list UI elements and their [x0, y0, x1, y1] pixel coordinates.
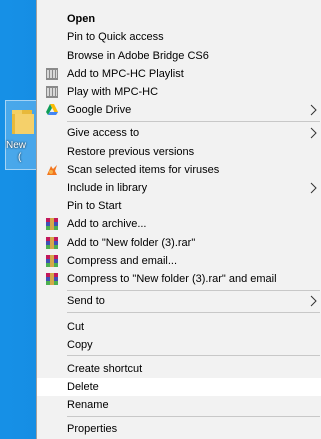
menu-item-open[interactable]: Open: [37, 10, 321, 28]
menu-item-label: Send to: [67, 295, 105, 307]
mpc-hc-icon: [46, 86, 58, 98]
menu-item-add-to-mpc-hc-playlist[interactable]: Add to MPC-HC Playlist: [37, 65, 321, 83]
winrar-icon: [46, 255, 58, 267]
menu-item-label: Compress to "New folder (3).rar" and ema…: [67, 273, 277, 285]
menu-item-browse-in-adobe-bridge[interactable]: Browse in Adobe Bridge CS6: [37, 47, 321, 65]
winrar-icon: [46, 218, 58, 230]
menu-separator: [67, 355, 320, 356]
menu-item-give-access-to[interactable]: Give access to: [37, 124, 321, 142]
google-drive-icon: [46, 104, 58, 115]
menu-item-compress-and-email[interactable]: Compress and email...: [37, 252, 321, 270]
menu-item-cut[interactable]: Cut: [37, 318, 321, 336]
menu-separator: [67, 290, 320, 291]
menu-item-play-with-mpc-hc[interactable]: Play with MPC-HC: [37, 83, 321, 101]
menu-item-label: Pin to Start: [67, 200, 122, 212]
menu-item-label: Open: [67, 13, 96, 25]
menu-item-google-drive[interactable]: Google Drive: [37, 101, 321, 119]
chevron-right-icon: [310, 295, 317, 307]
menu-item-properties[interactable]: Properties: [37, 420, 321, 438]
menu-item-label: Compress and email...: [67, 255, 178, 267]
menu-item-label: Play with MPC-HC: [67, 86, 159, 98]
menu-item-rename[interactable]: Rename: [37, 396, 321, 414]
menu-separator: [67, 121, 320, 122]
chevron-right-icon: [310, 104, 317, 116]
menu-item-label: Rename: [67, 399, 109, 411]
menu-item-label: Include in library: [67, 182, 148, 194]
menu-item-include-in-library[interactable]: Include in library: [37, 179, 321, 197]
chevron-right-icon: [310, 127, 317, 139]
menu-item-label: Delete: [67, 381, 99, 393]
menu-item-label: Google Drive: [67, 104, 132, 116]
menu-item-label: Properties: [67, 423, 118, 435]
menu-item-create-shortcut[interactable]: Create shortcut: [37, 360, 321, 378]
menu-item-pin-to-quick-access[interactable]: Pin to Quick access: [37, 28, 321, 46]
mpc-hc-icon: [46, 68, 58, 80]
menu-item-label: Add to "New folder (3).rar": [67, 237, 196, 249]
menu-item-label: Add to MPC-HC Playlist: [67, 68, 184, 80]
menu-item-restore-previous-versions[interactable]: Restore previous versions: [37, 143, 321, 161]
menu-item-label: Restore previous versions: [67, 146, 195, 158]
menu-item-copy[interactable]: Copy: [37, 336, 321, 354]
context-menu: Open Pin to Quick access Browse in Adobe…: [36, 0, 321, 439]
folder-icon[interactable]: [10, 106, 36, 136]
menu-item-compress-to-rar-and-email[interactable]: Compress to "New folder (3).rar" and ema…: [37, 270, 321, 288]
menu-item-label: Give access to: [67, 127, 140, 139]
menu-item-label: Pin to Quick access: [67, 31, 164, 43]
menu-item-label: Create shortcut: [67, 363, 143, 375]
menu-item-pin-to-start[interactable]: Pin to Start: [37, 197, 321, 215]
menu-item-label: Copy: [67, 339, 93, 351]
menu-item-delete[interactable]: Delete: [37, 378, 321, 396]
menu-item-add-to-archive[interactable]: Add to archive...: [37, 215, 321, 233]
menu-item-label: Scan selected items for viruses: [67, 164, 220, 176]
menu-separator: [67, 312, 320, 313]
winrar-icon: [46, 237, 58, 249]
menu-item-add-to-rar[interactable]: Add to "New folder (3).rar": [37, 234, 321, 252]
menu-item-label: Browse in Adobe Bridge CS6: [67, 50, 209, 62]
menu-item-send-to[interactable]: Send to: [37, 292, 321, 310]
menu-item-scan-for-viruses[interactable]: Scan selected items for viruses: [37, 161, 321, 179]
antivirus-icon: [47, 165, 57, 175]
winrar-icon: [46, 273, 58, 285]
menu-item-label: Add to archive...: [67, 218, 147, 230]
menu-separator: [67, 416, 320, 417]
menu-item-label: Cut: [67, 321, 85, 333]
chevron-right-icon: [310, 182, 317, 194]
